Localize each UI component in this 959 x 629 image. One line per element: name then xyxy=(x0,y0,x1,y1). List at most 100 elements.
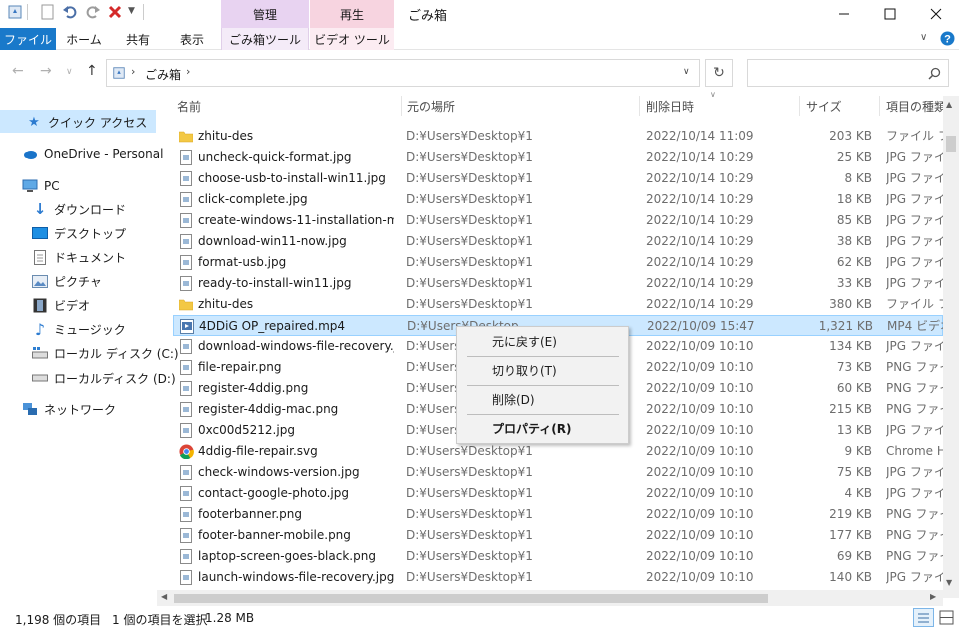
file-row[interactable]: check-windows-version.jpg D:¥Users¥Deskto… xyxy=(173,462,943,483)
nav-pictures[interactable]: ピクチャ xyxy=(32,270,102,292)
file-size: 73 KB xyxy=(836,360,872,374)
column-header-type[interactable]: 項目の種類 xyxy=(886,96,943,116)
file-size: 38 KB xyxy=(836,234,872,248)
nav-label: PC xyxy=(44,179,60,193)
breadcrumb-chevron-icon[interactable]: › xyxy=(186,65,190,78)
up-arrow-icon[interactable]: ↑ xyxy=(86,63,98,79)
file-row[interactable]: zhitu-des D:¥Users¥Desktop¥1 2022/10/14 10… xyxy=(173,294,943,315)
delete-icon[interactable] xyxy=(107,4,123,20)
file-row[interactable]: laptop-screen-goes-black.png D:¥Users¥Des… xyxy=(173,546,943,567)
address-dropdown-icon[interactable]: ∨ xyxy=(683,67,690,77)
file-row[interactable]: format-usb.jpg D:¥Users¥Desktop¥1 2022/10/… xyxy=(173,252,943,273)
large-icons-view-button[interactable] xyxy=(937,608,956,627)
breadcrumb-recycle-bin[interactable]: ごみ箱 xyxy=(145,66,181,83)
file-size: 203 KB xyxy=(829,129,872,143)
file-name: 4ddig-file-repair.svg xyxy=(198,444,318,458)
scroll-down-icon[interactable]: ▼ xyxy=(946,578,952,587)
nav-quick-access[interactable]: ★ クイック アクセス xyxy=(26,111,147,133)
nav-pc[interactable]: PC xyxy=(22,175,60,197)
file-name: launch-windows-file-recovery.jpg xyxy=(198,570,394,584)
context-menu: 元に戻す(E) 切り取り(T) 削除(D) プロパティ(R) xyxy=(456,326,629,444)
nav-onedrive[interactable]: OneDrive - Personal xyxy=(22,143,163,165)
address-bar[interactable]: › ごみ箱 › ∨ xyxy=(106,59,700,87)
details-view-button[interactable] xyxy=(913,608,934,627)
column-divider[interactable] xyxy=(879,96,880,116)
file-row[interactable]: choose-usb-to-install-win11.jpg D:¥Users¥… xyxy=(173,168,943,189)
column-header-name[interactable]: 名前 xyxy=(177,96,201,116)
column-header-deleted[interactable]: 削除日時 xyxy=(646,96,694,116)
column-divider[interactable] xyxy=(639,96,640,116)
file-row[interactable]: contact-google-photo.jpg D:¥Users¥Desktop… xyxy=(173,483,943,504)
properties-icon[interactable] xyxy=(40,4,56,20)
file-deleted-date: 2022/10/09 10:10 xyxy=(646,465,754,479)
breadcrumb-chevron-icon[interactable]: › xyxy=(131,65,135,78)
maximize-button[interactable] xyxy=(867,0,913,28)
file-size: 13 KB xyxy=(836,423,872,437)
tab-file[interactable]: ファイル xyxy=(0,28,56,50)
vertical-scroll-thumb[interactable] xyxy=(946,136,956,152)
tab-view[interactable]: 表示 xyxy=(166,28,218,50)
column-divider[interactable] xyxy=(401,96,402,116)
customize-dropdown-icon[interactable]: ▼ xyxy=(128,6,135,16)
file-deleted-date: 2022/10/09 10:10 xyxy=(646,528,754,542)
file-size: 75 KB xyxy=(836,465,872,479)
file-type: JPG ファイル xyxy=(886,276,943,290)
nav-network[interactable]: ネットワーク xyxy=(22,398,116,420)
search-input[interactable] xyxy=(747,59,949,87)
redo-icon[interactable] xyxy=(85,4,101,20)
file-row[interactable]: click-complete.jpg D:¥Users¥Desktop¥1 2022… xyxy=(173,189,943,210)
minimize-button[interactable] xyxy=(821,0,867,28)
file-deleted-date: 2022/10/09 10:10 xyxy=(646,381,754,395)
file-type: JPG ファイル xyxy=(886,213,943,227)
nav-disk-d[interactable]: ローカルディスク (D:) xyxy=(32,367,176,389)
scroll-right-icon[interactable]: ▶ xyxy=(930,592,936,601)
file-row[interactable]: ready-to-install-win11.jpg D:¥Users¥Deskt… xyxy=(173,273,943,294)
file-size: 8 KB xyxy=(844,171,872,185)
refresh-button[interactable]: ↻ xyxy=(705,59,733,87)
recent-locations-icon[interactable]: ∨ xyxy=(66,67,73,77)
back-arrow-icon[interactable]: ← xyxy=(12,63,24,79)
tab-recycle-bin-tools[interactable]: ごみ箱ツール xyxy=(221,28,309,50)
column-header-size[interactable]: サイズ xyxy=(806,96,842,116)
expand-ribbon-icon[interactable]: ∨ xyxy=(920,32,927,43)
scroll-up-icon[interactable]: ▲ xyxy=(946,100,952,109)
file-row[interactable]: download-win11-now.jpg D:¥Users¥Desktop¥1… xyxy=(173,231,943,252)
help-icon[interactable]: ? xyxy=(940,31,955,46)
cloud-icon xyxy=(22,146,38,162)
file-name: download-windows-file-recovery.j... xyxy=(198,339,394,353)
forward-arrow-icon[interactable]: → xyxy=(40,63,52,79)
file-row[interactable]: zhitu-des D:¥Users¥Desktop¥1 2022/10/14 11… xyxy=(173,126,943,147)
file-row[interactable]: footer-banner-mobile.png D:¥Users¥Desktop… xyxy=(173,525,943,546)
column-header-location[interactable]: 元の場所 xyxy=(407,96,455,116)
file-deleted-date: 2022/10/14 10:29 xyxy=(646,171,754,185)
image-file-icon xyxy=(179,339,193,354)
menu-item-delete[interactable]: 削除(D) xyxy=(457,389,628,411)
file-name: click-complete.jpg xyxy=(198,192,308,206)
nav-music[interactable]: ♪ ミュージック xyxy=(32,318,126,340)
nav-downloads[interactable]: ↓ ダウンロード xyxy=(32,198,126,220)
tab-video-tools[interactable]: ビデオ ツール xyxy=(310,28,394,50)
file-row[interactable]: uncheck-quick-format.jpg D:¥Users¥Desktop… xyxy=(173,147,943,168)
file-row[interactable]: create-windows-11-installation-me... D:¥U… xyxy=(173,210,943,231)
file-row[interactable]: launch-windows-file-recovery.jpg D:¥Users… xyxy=(173,567,943,588)
nav-documents[interactable]: ドキュメント xyxy=(32,246,126,268)
tab-share[interactable]: 共有 xyxy=(112,28,164,50)
computer-icon xyxy=(22,178,38,194)
file-size: 177 KB xyxy=(829,528,872,542)
horizontal-scroll-thumb[interactable] xyxy=(174,594,768,603)
scroll-left-icon[interactable]: ◀ xyxy=(161,592,167,601)
nav-videos[interactable]: ビデオ xyxy=(32,294,90,316)
file-row[interactable]: footerbanner.png D:¥Users¥Desktop¥1 2022/1… xyxy=(173,504,943,525)
menu-item-cut[interactable]: 切り取り(T) xyxy=(457,360,628,382)
file-row[interactable]: 4ddig-file-repair.svg D:¥Users¥Desktop¥1 2… xyxy=(173,441,943,462)
vertical-scrollbar[interactable] xyxy=(943,96,959,598)
tab-home[interactable]: ホーム xyxy=(58,28,110,50)
undo-icon[interactable] xyxy=(62,4,78,20)
close-button[interactable] xyxy=(913,0,959,28)
menu-item-properties[interactable]: プロパティ(R) xyxy=(457,418,628,440)
file-name: register-4ddig.png xyxy=(198,381,309,395)
menu-item-restore[interactable]: 元に戻す(E) xyxy=(457,331,628,353)
recycle-bin-icon[interactable] xyxy=(7,4,23,20)
column-divider[interactable] xyxy=(799,96,800,116)
nav-desktop[interactable]: デスクトップ xyxy=(32,222,126,244)
